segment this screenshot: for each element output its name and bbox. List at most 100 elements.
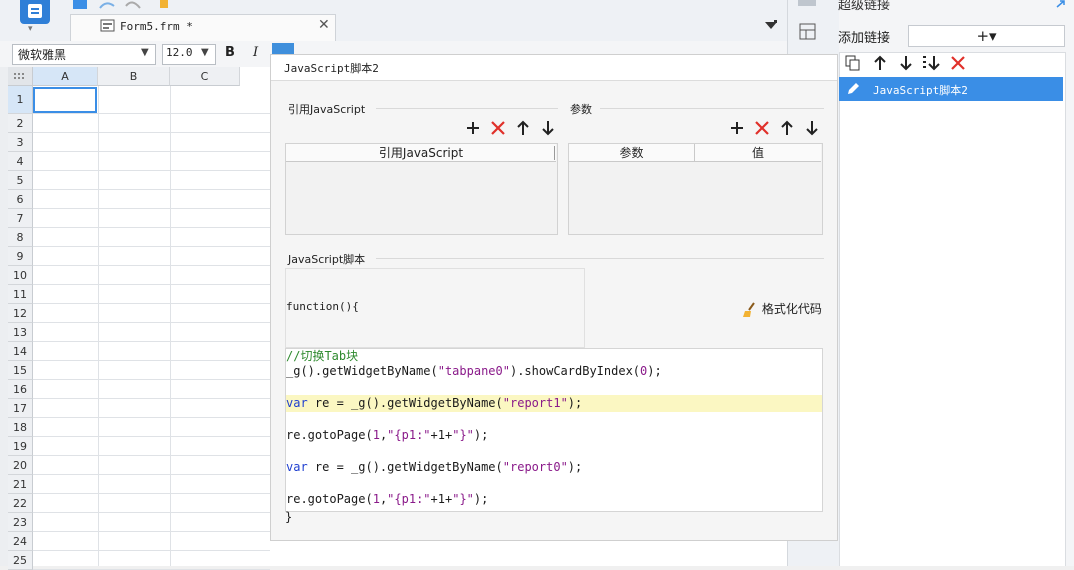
- link-list: [839, 75, 1066, 566]
- form-file-icon: [100, 19, 116, 33]
- function-closing-brace: }: [285, 510, 293, 524]
- tab-menu-icon[interactable]: [764, 20, 778, 32]
- params-divider: [600, 108, 824, 109]
- add-link-label: 添加链接: [838, 31, 891, 46]
- code-line-5: var re = _g().getWidgetByName("report0")…: [286, 460, 583, 474]
- row-header-5[interactable]: 5: [8, 171, 33, 190]
- delete-link-icon[interactable]: [950, 55, 966, 71]
- font-family-dropdown-icon[interactable]: ▼: [141, 47, 149, 58]
- row-gridline: [33, 303, 270, 304]
- row-header-9[interactable]: 9: [8, 247, 33, 266]
- hyperlink-panel-title: 超级链接: [838, 0, 891, 13]
- row-gridline: [33, 417, 270, 418]
- row-header-8[interactable]: 8: [8, 228, 33, 247]
- ref-js-column-header[interactable]: 引用JavaScript: [286, 144, 556, 162]
- row-gridline: [33, 322, 270, 323]
- app-menu-caret-icon[interactable]: ▾: [28, 24, 33, 34]
- row-gridline: [33, 341, 270, 342]
- row-header-12[interactable]: 12: [8, 304, 33, 323]
- column-gridline: [98, 86, 99, 566]
- row-gridline: [33, 132, 270, 133]
- move-down-icon[interactable]: [898, 55, 914, 71]
- format-code-label: 格式化代码: [761, 302, 822, 316]
- row-header-17[interactable]: 17: [8, 399, 33, 418]
- top-toolbar: [70, 0, 790, 12]
- code-line-4: re.gotoPage(1,"{p1:"+1+"}");: [286, 428, 489, 442]
- ref-js-section-label: 引用JavaScript: [288, 103, 366, 116]
- row-header-10[interactable]: 10: [8, 266, 33, 285]
- ref-delete-icon[interactable]: [489, 119, 507, 137]
- row-gridline: [33, 550, 270, 551]
- select-all-corner[interactable]: [8, 67, 33, 86]
- row-gridline: [33, 265, 270, 266]
- row-header-15[interactable]: 15: [8, 361, 33, 380]
- selected-cell-a1[interactable]: [33, 87, 97, 113]
- link-list-item-label: JavaScript脚本2: [873, 84, 968, 97]
- row-header-2[interactable]: 2: [8, 114, 33, 133]
- param-value-header[interactable]: 值: [695, 144, 821, 162]
- row-gridline: [33, 246, 270, 247]
- ref-col-resizer[interactable]: [554, 146, 555, 160]
- row-gridline: [33, 208, 270, 209]
- font-size-dropdown-icon[interactable]: ▼: [201, 47, 209, 58]
- row-header-22[interactable]: 22: [8, 494, 33, 513]
- row-header-3[interactable]: 3: [8, 133, 33, 152]
- row-gridline: [33, 284, 270, 285]
- move-bottom-icon[interactable]: [922, 55, 942, 71]
- italic-button[interactable]: I: [253, 45, 258, 60]
- dock-bar-icon[interactable]: [798, 0, 816, 8]
- row-gridline: [33, 398, 270, 399]
- copy-icon[interactable]: [845, 55, 861, 71]
- panel-expand-icon[interactable]: [1056, 0, 1066, 8]
- row-header-23[interactable]: 23: [8, 513, 33, 532]
- row-header-16[interactable]: 16: [8, 380, 33, 399]
- row-header-11[interactable]: 11: [8, 285, 33, 304]
- params-section-label: 参数: [570, 103, 592, 116]
- bold-button[interactable]: B: [225, 45, 235, 60]
- format-code-button[interactable]: 格式化代码: [742, 300, 822, 318]
- param-delete-icon[interactable]: [753, 119, 771, 137]
- row-header-21[interactable]: 21: [8, 475, 33, 494]
- spreadsheet[interactable]: [8, 67, 270, 566]
- tab-title: Form5.frm *: [120, 20, 193, 33]
- dock-layout-icon[interactable]: [799, 23, 817, 41]
- param-move-up-icon[interactable]: [778, 119, 796, 137]
- row-gridline: [33, 379, 270, 380]
- broom-icon: [742, 301, 758, 318]
- row-header-13[interactable]: 13: [8, 323, 33, 342]
- row-header-1[interactable]: 1: [8, 86, 33, 114]
- row-header-18[interactable]: 18: [8, 418, 33, 437]
- ref-move-up-icon[interactable]: [514, 119, 532, 137]
- add-link-button[interactable]: +▾: [908, 25, 1065, 47]
- font-size-value: 12.0: [166, 46, 193, 59]
- edit-pencil-icon: [845, 81, 861, 97]
- column-header-c[interactable]: C: [170, 67, 240, 86]
- column-header-a[interactable]: A: [33, 67, 98, 86]
- row-header-25[interactable]: 25: [8, 551, 33, 570]
- sheet-left-gutter: [0, 67, 8, 566]
- param-name-header[interactable]: 参数: [569, 144, 695, 162]
- ref-add-icon[interactable]: [464, 119, 482, 137]
- row-gridline: [33, 455, 270, 456]
- row-gridline: [33, 151, 270, 152]
- tab-close-icon[interactable]: ✕: [318, 17, 330, 33]
- script-section-label: JavaScript脚本: [288, 253, 366, 266]
- row-header-7[interactable]: 7: [8, 209, 33, 228]
- param-move-down-icon[interactable]: [803, 119, 821, 137]
- row-header-19[interactable]: 19: [8, 437, 33, 456]
- row-gridline: [33, 531, 270, 532]
- app-logo-icon[interactable]: [20, 0, 50, 24]
- row-gridline: [33, 474, 270, 475]
- move-up-icon[interactable]: [872, 55, 888, 71]
- row-gridline: [33, 493, 270, 494]
- param-add-icon[interactable]: [728, 119, 746, 137]
- row-header-20[interactable]: 20: [8, 456, 33, 475]
- row-header-14[interactable]: 14: [8, 342, 33, 361]
- script-divider: [376, 258, 824, 259]
- row-header-24[interactable]: 24: [8, 532, 33, 551]
- ref-move-down-icon[interactable]: [539, 119, 557, 137]
- row-header-4[interactable]: 4: [8, 152, 33, 171]
- row-header-6[interactable]: 6: [8, 190, 33, 209]
- font-family-value: 微软雅黑: [18, 48, 67, 62]
- column-header-b[interactable]: B: [98, 67, 170, 86]
